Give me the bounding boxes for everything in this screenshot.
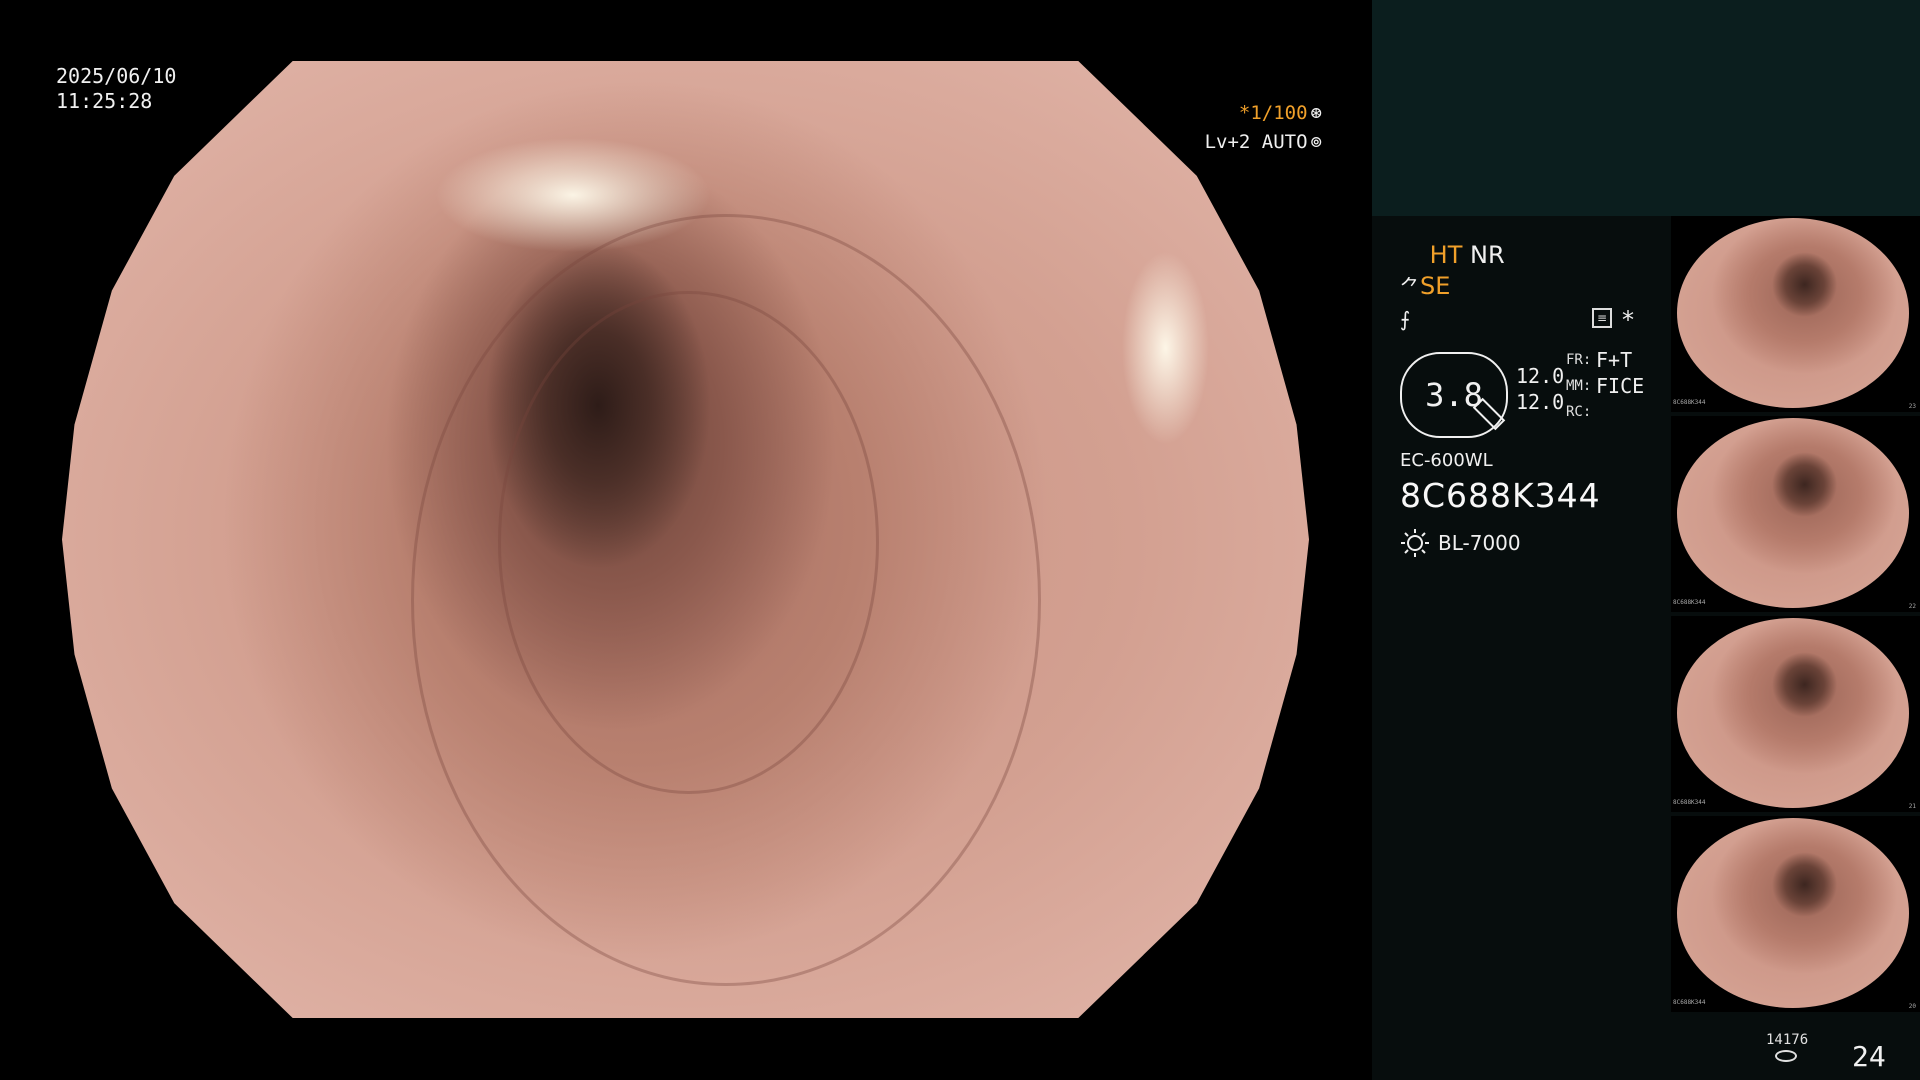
side-panel-header: [1372, 0, 1920, 216]
date-text: 2025/06/10: [56, 64, 177, 88]
glare-highlight: [1121, 252, 1210, 444]
shutter-speed: *1/100: [1238, 102, 1308, 124]
capture-count: 24: [1852, 1040, 1886, 1073]
thumbnail[interactable]: 8C688K344 22: [1671, 416, 1920, 612]
storage-disk-icon: [1775, 1050, 1797, 1062]
param-value-1: 12.0: [1516, 364, 1565, 388]
thumbnail[interactable]: 8C688K344 20: [1671, 816, 1920, 1012]
settings-info: HT NR ⺈SE ⨍ ≡ * 3.8 12.0 12.0 FR: MM: RC…: [1400, 240, 1690, 557]
structure-icon: ⺈: [1400, 275, 1420, 299]
time-text: 11:25:28: [56, 89, 153, 113]
storage-counter: 14176: [1766, 1032, 1809, 1048]
sun-icon: [1401, 529, 1429, 557]
thumbnail-info: 8C688K344: [1673, 799, 1706, 806]
datetime-overlay: 2025/06/10 11:25:28: [56, 64, 176, 114]
light-level: Lv+2 AUTO: [1204, 131, 1308, 153]
aperture-icon: ⊛: [1310, 102, 1322, 124]
endoscope-view-area: [0, 0, 1372, 1080]
thumbnail-info: 8C688K344: [1673, 599, 1706, 606]
rc-label: RC:: [1566, 404, 1592, 420]
mucosal-fold: [498, 290, 879, 795]
scope-model: EC-600WL: [1400, 450, 1493, 471]
thumbnail-info: 8C688K344: [1673, 999, 1706, 1006]
endoscope-image: [62, 61, 1309, 1018]
asterisk-icon: *: [1622, 306, 1634, 334]
color-mode-icon: ⨍: [1400, 307, 1411, 331]
thumbnail-info: 8C688K344: [1673, 399, 1706, 406]
thumbnail-image: [1677, 218, 1909, 408]
thumbnail-image: [1677, 618, 1909, 808]
thumbnail-image: [1677, 418, 1909, 608]
param-value-2: 12.0: [1516, 390, 1565, 414]
fr-value: F+T: [1596, 348, 1633, 372]
nr-indicator: NR: [1470, 241, 1505, 269]
scope-serial: 8C688K344: [1400, 476, 1601, 515]
light-source: BL-7000: [1400, 528, 1521, 558]
thumbnail[interactable]: 8C688K344 21: [1671, 616, 1920, 812]
ht-indicator: HT: [1429, 241, 1463, 269]
capture-thumbnails: 8C688K344 23 8C688K344 22 8C688K344 21 8…: [1671, 216, 1920, 1016]
light-source-model: BL-7000: [1438, 531, 1521, 555]
zoom-badge: 3.8: [1400, 352, 1508, 438]
se-indicator: SE: [1420, 272, 1451, 300]
thumbnail-index: 20: [1908, 1003, 1916, 1010]
pen-icon: [1472, 397, 1506, 431]
menu-settings-icon: ≡: [1592, 308, 1612, 328]
thumbnail-index: 23: [1908, 403, 1916, 410]
thumbnail-index: 22: [1908, 603, 1916, 610]
thumbnail-image: [1677, 818, 1909, 1008]
iris-icon: ⊚: [1310, 131, 1322, 153]
fr-label: FR:: [1566, 352, 1592, 368]
exposure-overlay: *1/100 ⊛ Lv+2 AUTO ⊚: [1205, 99, 1322, 157]
mm-label: MM:: [1566, 378, 1592, 394]
thumbnail-index: 21: [1908, 803, 1916, 810]
thumbnail[interactable]: 8C688K344 23: [1671, 216, 1920, 412]
mm-value: FICE: [1596, 374, 1645, 398]
